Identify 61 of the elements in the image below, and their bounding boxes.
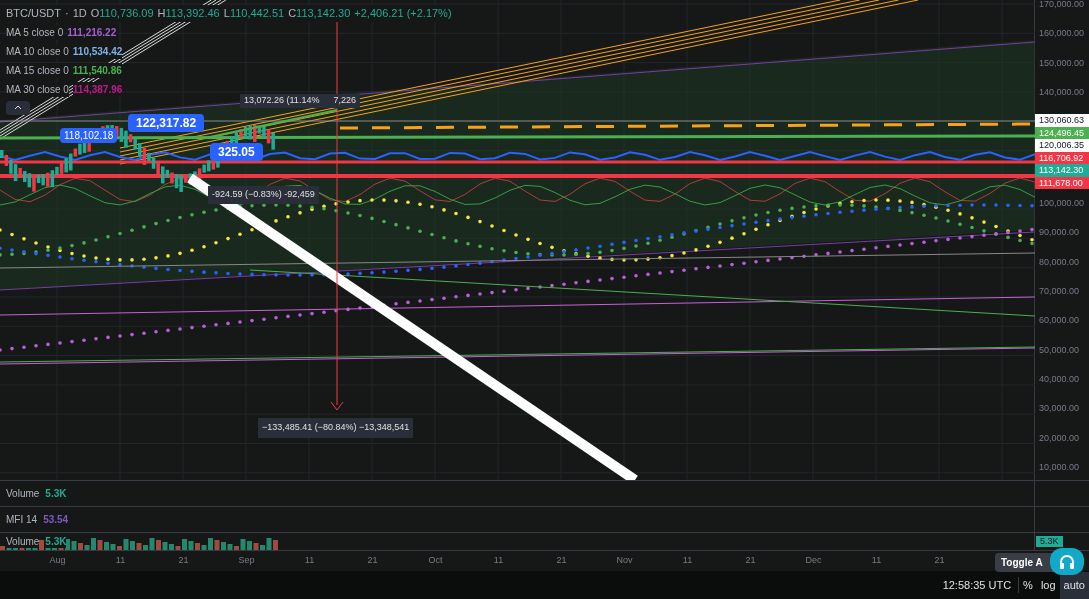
- time-axis-label: Oct: [427, 554, 444, 568]
- time-axis-label: 21: [555, 554, 568, 568]
- indicator-name: MA 30 close 0: [6, 82, 69, 97]
- pane-title: Volume: [6, 487, 40, 500]
- ohlc-value: H113,392.46: [157, 5, 220, 22]
- time-axis-label: 11: [492, 554, 505, 568]
- indicator-name: MA 5 close 0: [6, 25, 64, 40]
- price-axis-label: 70,000.00: [1038, 285, 1081, 299]
- time-axis-label: 11: [870, 554, 883, 568]
- price-axis-label: 90,000.00: [1038, 226, 1081, 240]
- ohlc-value: C113,142.30: [288, 5, 351, 22]
- measure-text: 7,226: [333, 94, 356, 107]
- indicator-value: 111,540.86: [72, 63, 122, 78]
- time-axis-label: Sep: [237, 554, 256, 568]
- ohlc-value: O110,736.09: [90, 5, 154, 22]
- symbol-title: BTC/USDT: [6, 5, 61, 22]
- price-badge: 120,006.35: [1035, 139, 1089, 152]
- price-badge: 130,060.63: [1035, 114, 1089, 127]
- price-axis-label: 10,000.00: [1038, 460, 1081, 474]
- price-label: 325.05: [210, 143, 263, 161]
- time-axis-label: 21: [366, 554, 379, 568]
- price-axis-label: 150,000.00: [1038, 56, 1086, 70]
- price-axis-label: 30,000.00: [1038, 402, 1081, 416]
- pane-value: 5.3K: [45, 535, 67, 548]
- price-badge: 113,142.30: [1035, 164, 1089, 177]
- time-axis-label: 21: [933, 554, 946, 568]
- measure-tooltip: −133,485.41 (−80.84%) −13,348,541: [258, 418, 414, 438]
- ohlc-value: L110,442.51: [223, 5, 285, 22]
- price-axis-label: 170,000.00: [1038, 0, 1086, 11]
- pane-value: 53.54: [43, 513, 69, 526]
- price-axis-label: 50,000.00: [1038, 343, 1081, 357]
- price-axis-label: 40,000.00: [1038, 372, 1081, 386]
- time-axis-label: 21: [177, 554, 190, 568]
- price-axis-label: 100,000.00: [1038, 197, 1086, 211]
- price-axis-label: 60,000.00: [1038, 314, 1081, 328]
- volume-badge: 5.3K: [1036, 536, 1063, 547]
- pane-value: 5.3K: [45, 487, 67, 500]
- indicator-value: 110,534.42: [72, 44, 123, 59]
- time-axis-label: Nov: [615, 554, 634, 568]
- time-axis-label: Dec: [804, 554, 823, 568]
- measure-text: 13,072.26 (11.14%: [244, 94, 320, 107]
- indicator-name: MA 10 close 0: [6, 44, 69, 59]
- price-axis-label: 80,000.00: [1038, 255, 1081, 269]
- indicator-value: 114,387.96: [72, 82, 123, 97]
- time-axis-label: 11: [681, 554, 694, 568]
- time-axis-label: 11: [114, 554, 127, 568]
- price-axis-label: 160,000.00: [1038, 27, 1086, 41]
- indicator-name: MA 15 close 0: [6, 63, 69, 78]
- price-label: 122,317.82: [128, 114, 205, 132]
- price-change: +2,406.21 (+2.17%): [354, 5, 452, 22]
- time-axis-label: Aug: [48, 554, 67, 568]
- price-axis-label: 20,000.00: [1038, 431, 1081, 445]
- pane-title: MFI 14: [6, 513, 38, 526]
- price-label: 118,102.18: [60, 128, 118, 143]
- clock-text: 12:58:35 UTC: [942, 576, 1020, 594]
- time-axis-label: 11: [303, 554, 316, 568]
- measure-tooltip: -924.59 (−0.83%) -92,459: [208, 186, 319, 204]
- price-axis-label: 140,000.00: [1038, 85, 1086, 99]
- indicator-value: 111,216.22: [67, 25, 117, 40]
- pane-title: Volume: [6, 535, 40, 548]
- time-axis-label: 21: [744, 554, 757, 568]
